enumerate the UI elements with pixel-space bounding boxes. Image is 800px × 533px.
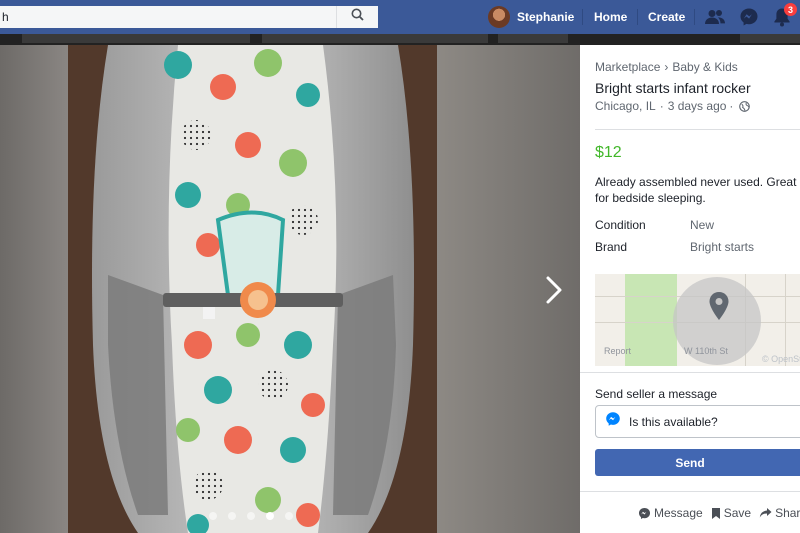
nav-divider [582,9,583,25]
photo-pagination-dots [209,512,293,520]
listing-price: $12 [595,144,622,161]
notifications-badge: 3 [784,3,797,16]
search-input-value: h [2,10,9,24]
message-input-value: Is this available? [629,414,718,429]
messenger-icon[interactable] [738,6,760,28]
photo-dot-5[interactable] [285,512,293,520]
photo-dot-1[interactable] [209,512,217,520]
photo-dot-2[interactable] [228,512,236,520]
search-button[interactable] [336,6,378,28]
detail-label-condition: Condition [595,218,646,232]
meta-separator: · [659,99,664,113]
bookmark-icon [711,507,720,519]
profile-link[interactable]: Stephanie [488,5,574,29]
background-feed-strip [0,34,800,45]
send-button-label: Send [675,455,705,470]
save-action[interactable]: Save [711,506,751,520]
friend-requests-icon[interactable] [704,6,726,28]
chevron-right-icon [546,276,562,304]
breadcrumb-category[interactable]: Baby & Kids [672,60,737,74]
send-message-label: Send seller a message [595,387,718,401]
photo-dot-4[interactable] [266,512,274,520]
home-link[interactable]: Home [594,10,627,24]
breadcrumb-separator: › [664,60,669,74]
divider [580,372,800,373]
messenger-icon [638,507,651,519]
listing-meta: Chicago, IL · 3 days ago · [595,99,751,113]
listing-title: Bright starts infant rocker [595,80,751,96]
map-pin-icon [708,291,730,326]
photo-dot-3[interactable] [247,512,255,520]
detail-value-brand: Bright starts [690,240,755,254]
divider [595,129,800,130]
profile-name: Stephanie [517,10,575,24]
next-photo-button[interactable] [541,275,567,305]
top-navigation-bar: h Stephanie Home Create 3 [0,0,800,34]
globe-icon [739,100,751,112]
photo-viewer [0,45,580,533]
listing-posted-time: 3 days ago [667,99,727,113]
map-report-link[interactable]: Report [604,346,631,356]
share-action-label: Share [775,506,800,520]
message-action[interactable]: Message [638,506,703,520]
map-road [785,274,786,366]
nav-divider [637,9,638,25]
share-action[interactable]: Share [759,506,800,520]
send-button[interactable]: Send [595,449,800,476]
map-park [625,274,677,366]
message-action-label: Message [654,506,703,520]
listing-photo[interactable] [68,45,437,533]
share-icon [759,508,772,518]
avatar [488,6,510,28]
location-map[interactable]: Report W 110th St © OpenStreetMap [595,274,800,366]
message-input[interactable]: Is this available? [595,405,800,438]
photo-blur-left [0,45,68,533]
detail-value-condition: New [690,218,715,232]
listing-location[interactable]: Chicago, IL [595,99,656,113]
nav-divider [694,9,695,25]
breadcrumb: Marketplace › Baby & Kids [595,60,738,74]
divider [580,491,800,492]
map-street-label: W 110th St [684,346,728,356]
messenger-icon [605,411,621,432]
listing-description: Already assembled never used. Great for … [595,175,797,205]
meta-separator: · [729,99,734,113]
search-input[interactable]: h [0,6,378,28]
create-link[interactable]: Create [648,10,685,24]
listing-details-panel: Marketplace › Baby & Kids Bright starts in… [580,45,800,533]
breadcrumb-marketplace[interactable]: Marketplace [595,60,660,74]
notifications-icon[interactable]: 3 [771,3,797,28]
map-attribution[interactable]: © OpenStreetMap [762,354,800,364]
search-icon [351,8,364,26]
listing-actions: Message Save Share [638,506,800,520]
detail-label-brand: Brand [595,240,628,254]
save-action-label: Save [723,506,752,520]
